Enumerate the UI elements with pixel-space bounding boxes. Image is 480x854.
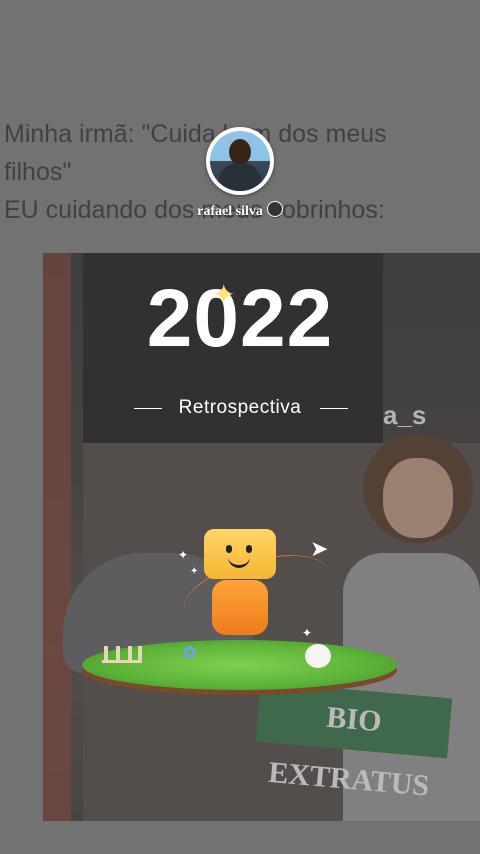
mascot-eye-left [226, 545, 232, 553]
flower-icon: ✿ [182, 642, 198, 662]
mascot-eye-right [246, 545, 252, 553]
story-subtitle: Retrospectiva [178, 397, 302, 418]
paper-plane-icon: ➤ [310, 536, 329, 561]
chick-icon [305, 644, 331, 668]
username[interactable]: rafael silva [175, 201, 305, 220]
avatar[interactable] [206, 127, 274, 195]
avatar-head [229, 139, 251, 165]
mascot-body [212, 580, 268, 635]
sparkle-icon: ✦ [212, 279, 236, 310]
story-year: 2022 [146, 273, 334, 364]
username-text: rafael silva [197, 204, 263, 219]
mascot-head [204, 529, 276, 579]
sparkle-icon-small: ✦ [178, 548, 189, 562]
mascot-smile [228, 555, 250, 568]
sparkle-icon-right: ✦ [302, 626, 313, 640]
fence-icon [102, 644, 142, 663]
subtitle-line-left [134, 408, 162, 409]
subtitle-line-right [320, 408, 348, 409]
avatar-body [218, 163, 262, 191]
avatar-photo [210, 131, 270, 191]
sparkle-icon-tiny: ✦ [190, 566, 199, 577]
emoji-icon [266, 201, 283, 217]
